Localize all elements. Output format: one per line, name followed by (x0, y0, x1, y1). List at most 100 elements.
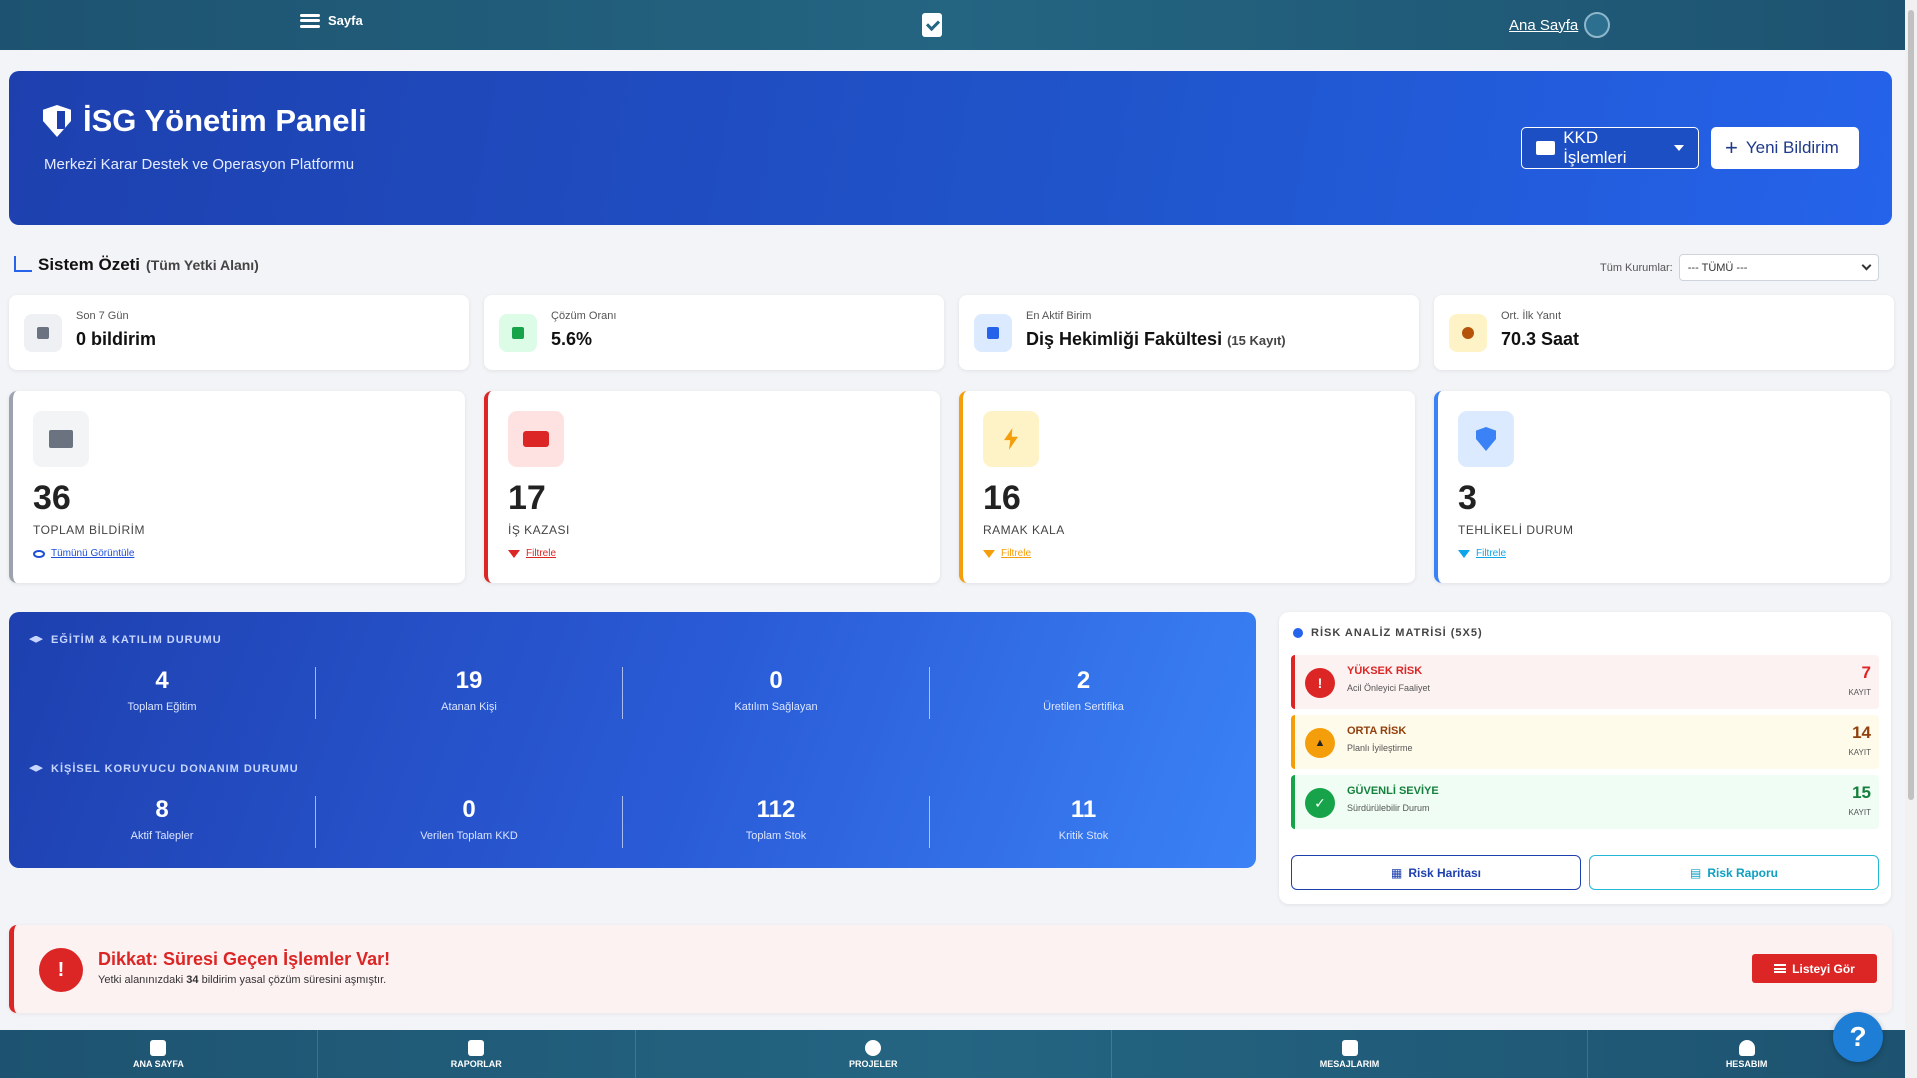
institution-select[interactable]: --- TÜMÜ --- (1678, 254, 1879, 281)
stat-value: 5.6% (551, 329, 593, 349)
kkd-operations-button[interactable]: KKD İşlemleri (1521, 127, 1699, 169)
filter-label: Filtrele (1476, 548, 1507, 559)
risk-item-unit: KAYIT (1848, 808, 1871, 817)
risk-map-button[interactable]: ▦ Risk Haritası (1291, 855, 1581, 890)
risk-item-title: GÜVENLİ SEVİYE (1347, 785, 1439, 797)
nav-label: MESAJLARIM (1319, 1058, 1380, 1069)
stat-value: 0 (462, 796, 476, 823)
alert-count: 34 (186, 974, 199, 986)
clipboard-check-icon[interactable] (922, 13, 942, 37)
scrollbar-thumb[interactable] (1908, 10, 1914, 800)
stat-value: 0 (769, 667, 783, 694)
card-label: RAMAK KALA (983, 523, 1065, 537)
risk-matrix-panel: RİSK ANALİZ MATRİSİ (5X5) ! YÜKSEK RİSK … (1279, 612, 1891, 904)
training-stat: 19 Atanan Kişi (316, 667, 623, 719)
risk-report-label: Risk Raporu (1707, 865, 1779, 880)
chart-line-icon (14, 256, 32, 272)
risk-item-title: YÜKSEK RİSK (1347, 665, 1423, 677)
nav-reports[interactable]: RAPORLAR (318, 1030, 636, 1078)
stat-value: 8 (155, 796, 169, 823)
nav-projects[interactable]: PROJELER (636, 1030, 1112, 1078)
help-button[interactable]: ? (1833, 1012, 1883, 1062)
stat-label: Toplam Stok (745, 830, 807, 842)
ppe-stat: 8 Aktif Talepler (9, 796, 316, 848)
card-label: İŞ KAZASI (508, 523, 570, 537)
view-list-label: Listeyi Gör (1792, 961, 1855, 976)
training-stat: 2 Üretilen Sertifika (930, 667, 1237, 719)
card-count: 36 (33, 479, 71, 517)
bolt-icon (983, 411, 1039, 467)
ppe-stat: 0 Verilen Toplam KKD (316, 796, 623, 848)
risk-header: RİSK ANALİZ MATRİSİ (5X5) (1293, 627, 1483, 639)
stat-value: Diş Hekimliği Fakültesi (15 Kayıt) (1026, 329, 1286, 350)
filter-link[interactable]: Filtrele (1458, 548, 1506, 559)
graduation-cap-icon (29, 635, 43, 643)
view-all-label: Tümünü Görüntüle (51, 548, 135, 559)
megaphone-icon (1341, 1039, 1358, 1056)
training-stat: 4 Toplam Eğitim (9, 667, 316, 719)
ppe-stat: 112 Toplam Stok (623, 796, 930, 848)
card-label: TOPLAM BİLDİRİM (33, 523, 145, 537)
stat-card-last-7-days: Son 7 Gün 0 bildirim (9, 295, 469, 370)
stat-label: Üretilen Sertifika (1043, 701, 1124, 713)
risk-item-high[interactable]: ! YÜKSEK RİSK Acil Önleyici Faaliyet 7 K… (1291, 655, 1879, 709)
filter-label: Filtrele (526, 548, 557, 559)
risk-item-sub: Planlı İyileştirme (1347, 743, 1413, 753)
filter-link[interactable]: Filtrele (508, 548, 556, 559)
institution-filter-label: Tüm Kurumlar: (1600, 261, 1673, 274)
hero-banner: İSG Yönetim Paneli Merkezi Karar Destek … (9, 71, 1892, 225)
warning-icon: ▲ (1305, 728, 1335, 758)
nav-label: HESABIM (1725, 1058, 1768, 1069)
alert-title: Dikkat: Süresi Geçen İşlemler Var! (98, 949, 391, 969)
chart-line-icon (499, 314, 537, 352)
chevron-down-icon (1861, 260, 1872, 271)
unit-count: (15 Kayıt) (1227, 333, 1286, 348)
plus-icon: + (1725, 135, 1738, 160)
list-icon (1774, 964, 1787, 973)
risk-item-count: 14 (1852, 723, 1871, 742)
risk-title: RİSK ANALİZ MATRİSİ (5X5) (1311, 627, 1483, 639)
home-link-label: Ana Sayfa (1509, 16, 1579, 34)
user-avatar[interactable] (1584, 12, 1611, 38)
risk-item-medium[interactable]: ▲ ORTA RİSK Planlı İyileştirme 14 KAYIT (1291, 715, 1879, 769)
risk-item-sub: Acil Önleyici Faaliyet (1347, 683, 1431, 693)
stopwatch-icon (1449, 314, 1487, 352)
eye-icon (33, 549, 45, 558)
stat-card-most-active-unit: En Aktif Birim Diş Hekimliği Fakültesi (… (959, 295, 1419, 370)
page-title: İSG Yönetim Paneli (43, 103, 367, 139)
menu-toggle[interactable]: Sayfa (300, 13, 363, 28)
nav-home[interactable]: ANA SAYFA (0, 1030, 318, 1078)
view-all-link[interactable]: Tümünü Görüntüle (33, 548, 134, 559)
shield-icon (43, 105, 71, 137)
card-near-miss: 16 RAMAK KALA Filtrele (959, 391, 1415, 583)
edit-icon (150, 1039, 167, 1056)
stat-label: Çözüm Oranı (551, 310, 617, 322)
graduation-cap-icon (29, 764, 43, 772)
stat-value: 4 (155, 667, 169, 694)
bottom-navbar: ANA SAYFA RAPORLAR PROJELER MESAJLARIM H… (0, 1030, 1905, 1078)
stat-value: 19 (455, 667, 483, 694)
card-count: 3 (1458, 479, 1477, 517)
filter-icon (983, 549, 995, 558)
training-ppe-panel: EĞİTİM & KATILIM DURUMU 4 Toplam Eğitim 1… (9, 612, 1256, 868)
stat-value: 0 bildirim (76, 329, 157, 349)
home-link[interactable]: Ana Sayfa (1509, 12, 1611, 38)
risk-report-button[interactable]: ▤ Risk Raporu (1589, 855, 1879, 890)
stat-card-first-response: Ort. İlk Yanıt 70.3 Saat (1434, 295, 1894, 370)
risk-item-safe[interactable]: ✓ GÜVENLİ SEVİYE Sürdürülebilir Durum 15… (1291, 775, 1879, 829)
hamburger-icon (300, 13, 320, 28)
card-label: TEHLİKELİ DURUM (1458, 523, 1574, 537)
institution-select-value: --- TÜMÜ --- (1687, 261, 1748, 274)
stat-card-resolution-rate: Çözüm Oranı 5.6% (484, 295, 944, 370)
filter-link[interactable]: Filtrele (983, 548, 1031, 559)
nav-label: RAPORLAR (450, 1058, 502, 1069)
view-list-button[interactable]: Listeyi Gör (1752, 954, 1877, 983)
stat-label: Aktif Talepler (130, 830, 194, 842)
card-count: 17 (508, 479, 546, 517)
nav-messages[interactable]: MESAJLARIM (1112, 1030, 1589, 1078)
new-report-button[interactable]: + Yeni Bildirim (1711, 127, 1859, 169)
stat-label: Atanan Kişi (441, 701, 497, 713)
scrollbar[interactable] (1905, 0, 1917, 1078)
exclamation-icon: ! (1305, 668, 1335, 698)
shield-icon (1458, 411, 1514, 467)
